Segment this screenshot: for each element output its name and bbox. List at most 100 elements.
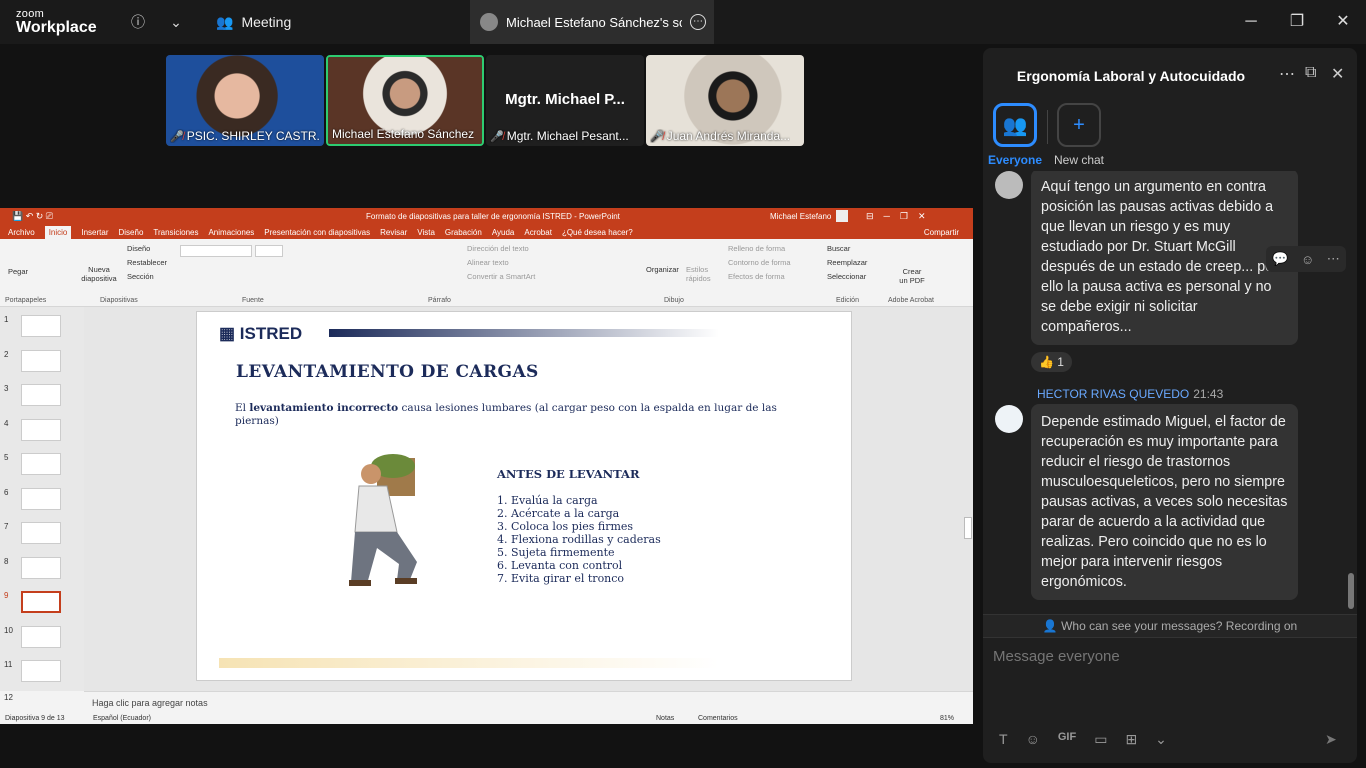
meeting-tab[interactable]: 👥 Meeting: [216, 0, 291, 44]
ppt-share-button[interactable]: Compartir: [924, 228, 959, 237]
slide-thumbnail[interactable]: 11: [4, 660, 61, 682]
slide-thumbnail[interactable]: 4: [4, 419, 61, 441]
tab-grabacion[interactable]: Grabación: [445, 228, 482, 237]
participant-tile-active-speaker[interactable]: Michael Estefano Sánchez: [326, 55, 484, 146]
tab-insertar[interactable]: Insertar: [81, 228, 108, 237]
reaction-badge[interactable]: 👍 1: [1031, 352, 1072, 372]
smartart-button[interactable]: Convertir a SmartArt: [467, 272, 535, 281]
minimize-icon[interactable]: ─: [1236, 8, 1266, 36]
slide-thumbnail[interactable]: 1: [4, 315, 61, 337]
participant-tile[interactable]: 🎤̸ Juan Andrés Miranda...: [646, 55, 804, 146]
shape-effects-button[interactable]: Efectos de forma: [728, 272, 785, 281]
tab-revisar[interactable]: Revisar: [380, 228, 407, 237]
plus-icon: +: [1057, 103, 1101, 147]
reset-button[interactable]: Restablecer: [127, 258, 167, 267]
more-options-icon[interactable]: ⋯: [1279, 64, 1295, 84]
participant-tile[interactable]: Mgtr. Michael P... 🎤̸ Mgtr. Michael Pesan…: [486, 55, 644, 146]
composer-toolbar: T ☺ GIF ▭ ⊞ ⌄: [999, 731, 1167, 748]
align-text-button[interactable]: Alinear texto: [467, 258, 509, 267]
header-bar: [329, 329, 719, 337]
participant-display-name: Mgtr. Michael P...: [505, 91, 625, 108]
chat-message[interactable]: Aquí tengo un argumento en contra posici…: [1031, 171, 1298, 345]
new-slide-button[interactable]: Nueva diapositiva: [79, 265, 119, 283]
participant-name: PSIC. SHIRLEY CASTR...: [186, 129, 320, 143]
divider: [1047, 110, 1048, 144]
slide-thumbnail[interactable]: 10: [4, 626, 61, 648]
comments-button[interactable]: Comentarios: [698, 715, 738, 722]
more-icon[interactable]: ⋯: [1327, 251, 1340, 267]
audience-new-chat[interactable]: + New chat: [1049, 103, 1109, 167]
slide-thumbnail[interactable]: 7: [4, 522, 61, 544]
tab-animaciones[interactable]: Animaciones: [208, 228, 254, 237]
slide-thumbnail-selected[interactable]: 9: [4, 591, 61, 613]
send-icon[interactable]: ➤: [1325, 731, 1337, 748]
chevron-down-icon[interactable]: ⌄: [1155, 731, 1167, 748]
gif-button[interactable]: GIF: [1058, 731, 1076, 748]
language: Español (Ecuador): [93, 715, 151, 722]
emoji-icon[interactable]: ☺: [1301, 252, 1314, 267]
current-slide[interactable]: ▦ ISTRED LEVANTAMIENTO DE CARGAS El leva…: [196, 311, 852, 681]
steps-list: 1. Evalúa la carga 2. Acércate a la carg…: [497, 494, 661, 585]
tab-diseno[interactable]: Diseño: [119, 228, 144, 237]
tab-presentacion[interactable]: Presentación con diapositivas: [264, 228, 370, 237]
zoom-level[interactable]: 81%: [940, 715, 954, 722]
visibility-notice[interactable]: 👤 Who can see your messages? Recording o…: [983, 614, 1357, 638]
tab-ayuda[interactable]: Ayuda: [492, 228, 515, 237]
chevron-down-icon[interactable]: ⌄: [164, 10, 188, 34]
notes-pane[interactable]: Haga clic para agregar notas: [84, 691, 973, 715]
slide-thumbnail[interactable]: 12: [4, 693, 13, 702]
slide-scrollbar[interactable]: [964, 517, 972, 539]
select-button[interactable]: Seleccionar: [827, 272, 866, 281]
file-icon[interactable]: ▭: [1094, 731, 1107, 748]
font-size-box[interactable]: [255, 245, 283, 257]
participant-tile[interactable]: 🎤̸ PSIC. SHIRLEY CASTR...: [166, 55, 324, 146]
font-name-box[interactable]: [180, 245, 252, 257]
tab-transiciones[interactable]: Transiciones: [153, 228, 198, 237]
chat-message[interactable]: Depende estimado Miguel, el factor de re…: [1031, 404, 1298, 600]
slide-thumbnail[interactable]: 8: [4, 557, 61, 579]
replace-button[interactable]: Reemplazar: [827, 258, 867, 267]
chat-scrollbar[interactable]: [1348, 173, 1354, 613]
close-icon[interactable]: ✕: [1328, 8, 1358, 36]
find-button[interactable]: Buscar: [827, 244, 850, 253]
section-button[interactable]: Sección: [127, 272, 154, 281]
emoji-icon[interactable]: ☺: [1026, 731, 1040, 748]
tell-me-search[interactable]: ¿Qué desea hacer?: [562, 228, 633, 237]
pop-out-icon[interactable]: ⧉: [1305, 64, 1316, 82]
more-icon[interactable]: ⋯: [690, 14, 706, 30]
close-icon[interactable]: ✕: [1331, 64, 1344, 84]
slide-thumbnails: 1 2 3 4 5 6 7 8 9 10 11 12: [0, 307, 84, 702]
participant-name: Mgtr. Michael Pesant...: [506, 129, 629, 143]
message-input[interactable]: [993, 648, 1343, 665]
restore-icon[interactable]: ❐: [1282, 8, 1312, 36]
shape-fill-button[interactable]: Relleno de forma: [728, 244, 785, 253]
avatar: [995, 405, 1023, 433]
paste-button[interactable]: Pegar: [8, 267, 28, 276]
slide-count: Diapositiva 9 de 13: [5, 715, 65, 722]
istred-logo: ▦ ISTRED: [219, 324, 303, 343]
avatar-icon: [480, 13, 498, 31]
quick-styles-button[interactable]: Estilos rápidos: [686, 265, 712, 283]
text-direction-button[interactable]: Dirección del texto: [467, 244, 529, 253]
ppt-window-controls: ⊟ ─ ❐ ✕: [866, 211, 926, 221]
screenshot-icon[interactable]: ⊞: [1125, 731, 1137, 748]
shape-outline-button[interactable]: Contorno de forma: [728, 258, 791, 267]
slide-thumbnail[interactable]: 6: [4, 488, 61, 510]
tab-inicio[interactable]: Inicio: [44, 225, 72, 239]
info-icon[interactable]: ⓘ: [126, 10, 150, 34]
tab-archivo[interactable]: Archivo: [8, 228, 35, 237]
layout-button[interactable]: Diseño: [127, 244, 150, 253]
arrange-button[interactable]: Organizar: [646, 265, 679, 274]
slide-thumbnail[interactable]: 2: [4, 350, 61, 372]
reply-icon[interactable]: 💬: [1272, 251, 1288, 267]
notes-button[interactable]: Notas: [656, 715, 674, 722]
share-tab[interactable]: Michael Estefano Sánchez's scree ⋯: [470, 0, 714, 44]
slide-thumbnail[interactable]: 5: [4, 453, 61, 475]
slide-thumbnail[interactable]: 3: [4, 384, 61, 406]
group-icon: 👥: [993, 103, 1037, 147]
tab-acrobat[interactable]: Acrobat: [524, 228, 552, 237]
create-pdf-button[interactable]: Crear un PDF: [898, 267, 926, 285]
audience-everyone[interactable]: 👥 Everyone: [985, 103, 1045, 167]
tab-vista[interactable]: Vista: [417, 228, 435, 237]
format-text-icon[interactable]: T: [999, 731, 1008, 748]
